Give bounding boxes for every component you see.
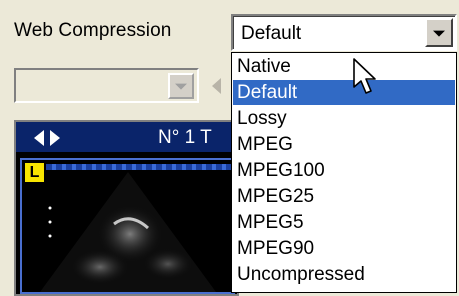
triangle-left-icon — [212, 78, 221, 94]
arrow-cursor-icon — [353, 58, 376, 94]
dropdown-option[interactable]: MPEG90 — [233, 236, 455, 261]
echo-scan-graphic — [40, 172, 216, 292]
dropdown-option[interactable]: Uncompressed — [233, 262, 455, 287]
dropdown-option[interactable]: Native — [233, 54, 455, 79]
web-compression-value: Default — [241, 23, 302, 44]
ultrasound-image[interactable]: L — [20, 158, 235, 294]
viewer-header: N° 1 T — [16, 122, 237, 152]
web-compression-panel: Web Compression Default N° 1 T L Native … — [0, 0, 459, 296]
disabled-combo-button — [168, 73, 194, 99]
chevron-down-icon — [175, 83, 187, 90]
combo-dropdown-button[interactable] — [425, 18, 453, 47]
web-compression-dropdown-list[interactable]: Native Default Lossy MPEG MPEG100 MPEG25… — [231, 52, 457, 293]
dropdown-option[interactable]: MPEG25 — [233, 184, 455, 209]
chevron-down-icon — [433, 30, 445, 37]
image-viewer[interactable]: N° 1 T L — [14, 120, 239, 296]
viewer-title: N° 1 T — [158, 127, 212, 148]
disabled-combobox — [14, 68, 199, 103]
dropdown-option[interactable]: MPEG — [233, 132, 455, 157]
dropdown-option[interactable]: MPEG100 — [233, 158, 455, 183]
web-compression-combobox[interactable]: Default — [231, 14, 457, 51]
dropdown-option[interactable]: MPEG5 — [233, 210, 455, 235]
image-info-strip — [46, 164, 233, 170]
dropdown-option[interactable]: Lossy — [233, 106, 455, 131]
web-compression-label: Web Compression — [14, 20, 172, 41]
dropdown-option-selected[interactable]: Default — [233, 80, 455, 105]
triangle-right-icon[interactable] — [50, 130, 60, 146]
triangle-left-icon[interactable] — [34, 130, 44, 146]
